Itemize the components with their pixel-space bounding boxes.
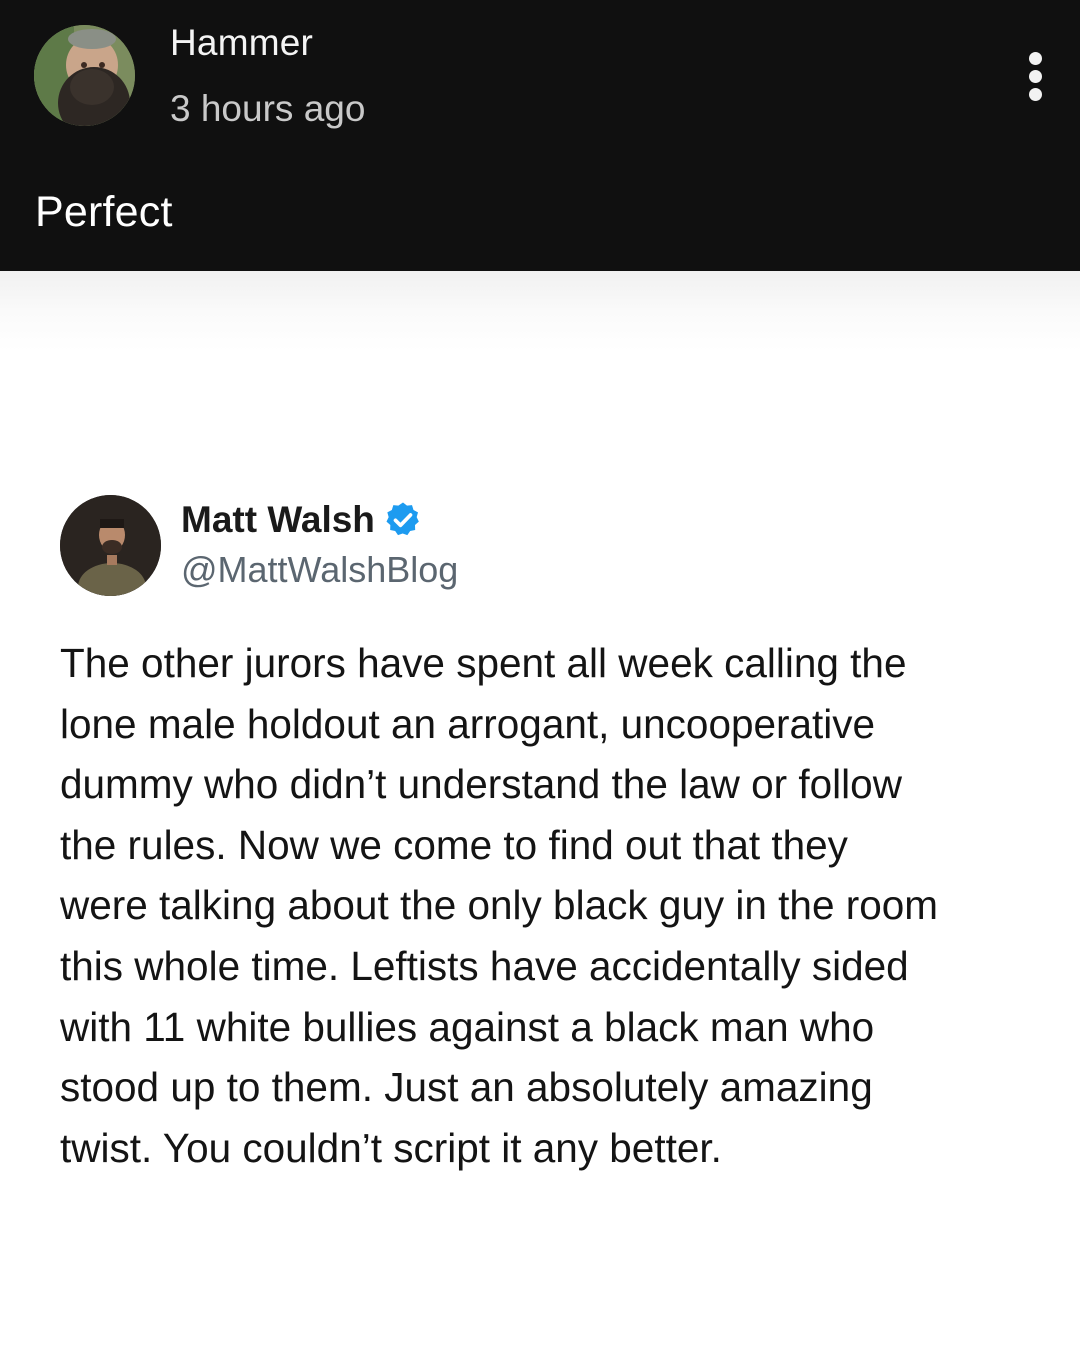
tweet-handle: @MattWalshBlog <box>181 549 459 590</box>
more-options-icon[interactable] <box>1014 46 1056 106</box>
tweet-text: The other jurors have spent all week cal… <box>60 633 1030 1178</box>
tweet-text-line: this whole time. Leftists have accidenta… <box>60 942 909 989</box>
tweet-text-line: The other jurors have spent all week cal… <box>60 640 907 686</box>
tweet-text-line: lone male holdout an arrogant, uncoopera… <box>60 700 876 747</box>
tweet-text-line: were talking about the only black guy in… <box>60 882 939 929</box>
tweet-author-name: Matt Walsh <box>181 499 423 541</box>
post-caption: Perfect <box>35 188 173 236</box>
tweet-text-line: stood up to them. Just an absolutely ama… <box>60 1064 873 1111</box>
tweet-text-line: dummy who didn’t understand the law or f… <box>60 761 902 808</box>
tweet-text-line: with 11 white bullies against a black ma… <box>60 1003 875 1050</box>
tweet-display-name: Matt Walsh <box>181 499 375 540</box>
embedded-tweet-image[interactable]: Matt Walsh @MattWalshBlog The other juro… <box>0 271 1080 1348</box>
poster-name[interactable]: Hammer <box>170 22 313 64</box>
poster-avatar[interactable] <box>34 25 135 126</box>
tweet-author-avatar <box>60 495 161 596</box>
post-header: Hammer 3 hours ago Perfect <box>0 0 1080 271</box>
tweet-text-line: the rules. Now we come to find out that … <box>60 821 848 868</box>
verified-badge-icon <box>383 500 423 540</box>
post-timestamp: 3 hours ago <box>170 88 366 129</box>
tweet-text-line: twist. You couldn’t script it any better… <box>60 1124 722 1171</box>
